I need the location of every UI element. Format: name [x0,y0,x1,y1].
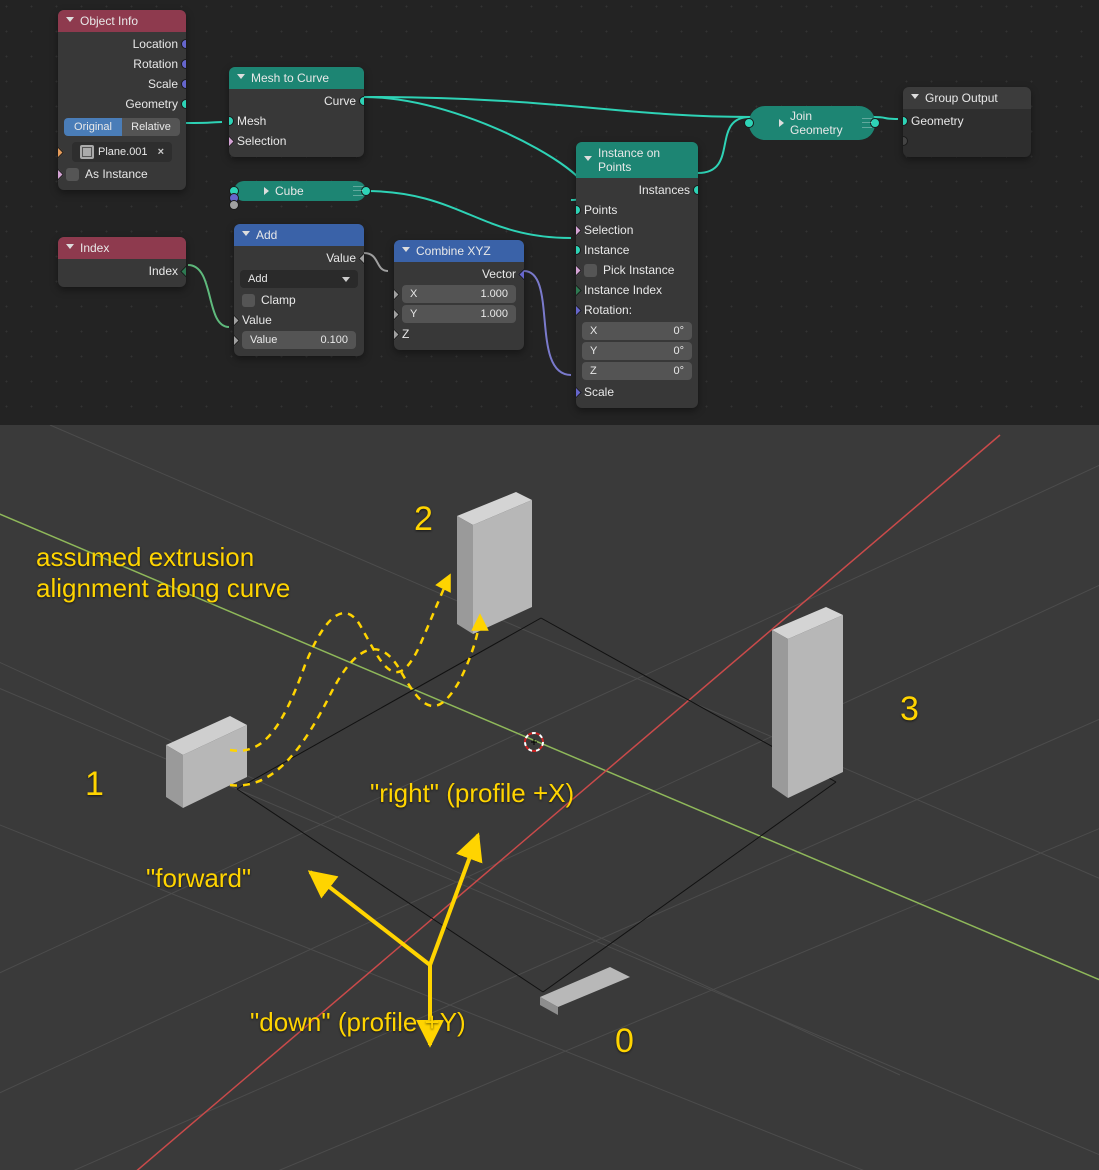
node-index[interactable]: Index Index [58,237,186,287]
output-location: Location [133,37,178,51]
node-title: Mesh to Curve [251,71,329,85]
node-title: Combine XYZ [416,244,491,258]
y-field[interactable]: Y1.000 [402,305,516,323]
chevron-down-icon [237,74,245,83]
geometry-node-editor[interactable]: Object Info Location Rotation Scale Geom… [0,0,1099,425]
x-field[interactable]: X1.000 [402,285,516,303]
node-title: Group Output [925,91,998,105]
output-rotation: Rotation [133,57,178,71]
node-math-add[interactable]: Add Value Add Clamp Value Value 0.100 [234,224,364,356]
node-cube[interactable]: Cube [234,181,366,201]
node-title: Cube [275,184,304,198]
input-mesh: Mesh [237,114,266,128]
node-header[interactable]: Add [234,224,364,246]
operation-label: Add [248,273,268,285]
input-instance-index: Instance Index [584,283,662,297]
annotation-forward: "forward" [146,863,251,894]
object-selector[interactable]: Plane.001 × [72,142,172,162]
btn-original[interactable]: Original [64,118,122,136]
annotation-main: assumed extrusion alignment along curve [36,542,290,604]
chevron-down-icon [66,17,74,26]
node-title: Instance on Points [598,146,690,174]
label-rotation: Rotation: [584,303,632,317]
checkbox-clamp[interactable] [242,294,255,307]
output-curve: Curve [324,94,356,108]
output-index: Index [149,264,178,278]
node-title: Add [256,228,277,242]
clear-icon[interactable]: × [158,146,164,158]
index-label-1: 1 [85,765,104,804]
node-combine-xyz[interactable]: Combine XYZ Vector X1.000 Y1.000 Z [394,240,524,350]
checkbox-pick-instance[interactable] [584,264,597,277]
index-label-2: 2 [414,500,433,539]
input-scale: Scale [584,385,614,399]
ry-field[interactable]: Y0° [582,342,692,360]
value2-number: 0.100 [320,334,348,346]
input-z: Z [402,327,409,341]
input-geometry: Geometry [911,114,964,128]
3d-viewport[interactable]: assumed extrusion alignment along curve … [0,425,1099,1170]
annotation-down: "down" (profile +Y) [250,1007,466,1038]
btn-relative[interactable]: Relative [122,118,180,136]
annotation-right: "right" (profile +X) [370,778,574,809]
input-selection: Selection [237,134,286,148]
chevron-down-icon [66,244,74,253]
checkbox-as-instance[interactable] [66,168,79,181]
label-pick-instance: Pick Instance [603,263,674,277]
node-object-info[interactable]: Object Info Location Rotation Scale Geom… [58,10,186,190]
label-clamp: Clamp [261,293,296,307]
node-header[interactable]: Instance on Points [576,142,698,178]
value2-field[interactable]: Value 0.100 [242,331,356,349]
node-group-output[interactable]: Group Output Geometry [903,87,1031,157]
node-header[interactable]: Index [58,237,186,259]
node-instance-on-points[interactable]: Instance on Points Instances Points Sele… [576,142,698,408]
transform-space-toggle[interactable]: Original Relative [64,118,180,136]
node-header[interactable]: Object Info [58,10,186,32]
input-points: Points [584,203,617,217]
mesh-icon [80,145,94,159]
node-title: Join Geometry [790,109,849,137]
node-header[interactable]: Combine XYZ [394,240,524,262]
value2-label: Value [250,334,277,346]
chevron-right-icon [779,119,784,127]
node-mesh-to-curve[interactable]: Mesh to Curve Curve Mesh Selection [229,67,364,157]
chevron-down-icon [402,247,410,256]
chevron-down-icon [584,156,592,165]
label-as-instance: As Instance [85,167,148,181]
rz-field[interactable]: Z0° [582,362,692,380]
operation-dropdown[interactable]: Add [240,270,358,288]
index-label-0: 0 [615,1022,634,1061]
node-header[interactable]: Mesh to Curve [229,67,364,89]
index-label-3: 3 [900,690,919,729]
node-title: Object Info [80,14,138,28]
output-instances: Instances [639,183,690,197]
input-selection: Selection [584,223,633,237]
output-vector: Vector [482,267,516,281]
output-geometry: Geometry [125,97,178,111]
rx-field[interactable]: X0° [582,322,692,340]
output-value: Value [326,251,356,265]
node-header[interactable]: Group Output [903,87,1031,109]
chevron-down-icon [911,94,919,103]
input-instance: Instance [584,243,629,257]
chevron-down-icon [242,231,250,240]
chevron-right-icon [264,187,269,195]
input-value1: Value [242,313,272,327]
node-title: Index [80,241,109,255]
object-name: Plane.001 [98,146,148,158]
output-scale: Scale [148,77,178,91]
node-join-geometry[interactable]: Join Geometry [749,106,875,140]
